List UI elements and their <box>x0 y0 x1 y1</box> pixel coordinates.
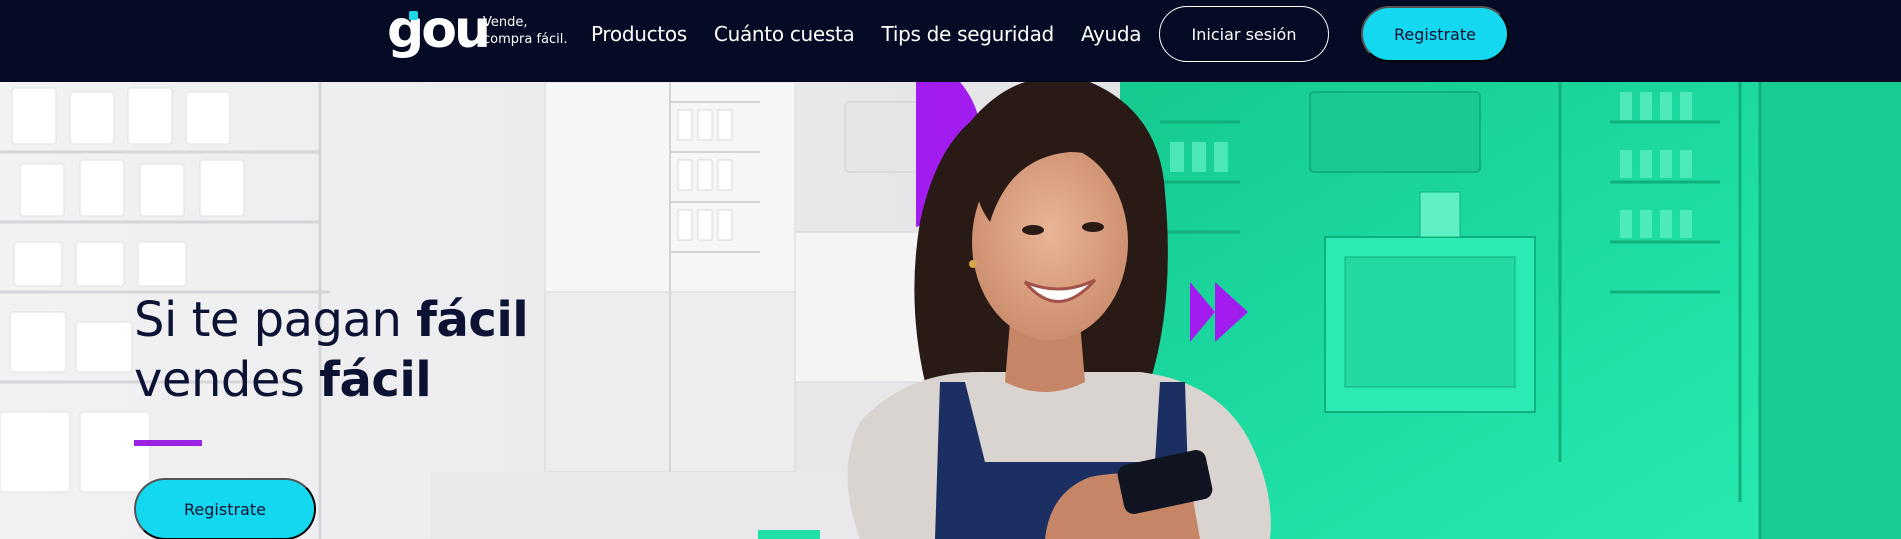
nav-link-ayuda[interactable]: Ayuda <box>1081 20 1142 48</box>
top-navbar: gou Vende, compra fácil. Productos Cuánt… <box>0 0 1901 82</box>
logo-tagline: Vende, compra fácil. <box>483 14 583 48</box>
logo-wordmark: gou <box>387 0 491 60</box>
cyan-floor-block <box>758 530 820 539</box>
store-counter <box>794 231 936 383</box>
register-button-hero[interactable]: Registrate <box>134 478 316 539</box>
main-nav: Productos Cuánto cuesta Tips de segurida… <box>591 20 1168 48</box>
headline-line-1-normal: Si te pagan <box>134 292 417 348</box>
headline-line-2-normal: vendes <box>134 352 320 408</box>
green-monitor <box>1309 91 1481 173</box>
login-button[interactable]: Iniciar sesión <box>1159 6 1329 62</box>
tagline-line-2: compra fácil. <box>483 32 568 47</box>
headline-line-2: vendes fácil <box>134 350 634 410</box>
logo-dot <box>409 11 418 20</box>
nav-link-productos[interactable]: Productos <box>591 20 687 48</box>
hero-section: Si te pagan fácil vendes fácil Registrat… <box>0 82 1901 539</box>
store-monitor <box>844 101 926 173</box>
tagline-line-1: Vende, <box>483 15 528 30</box>
headline-line-1-bold: fácil <box>416 292 529 348</box>
headline-line-1: Si te pagan fácil <box>134 290 634 350</box>
hero-headline: Si te pagan fácil vendes fácil <box>134 290 634 410</box>
headline-accent-bar <box>134 440 202 446</box>
nav-link-tips-seguridad[interactable]: Tips de seguridad <box>882 20 1055 48</box>
nav-link-cuanto-cuesta[interactable]: Cuánto cuesta <box>714 20 855 48</box>
headline-line-2-bold: fácil <box>319 352 432 408</box>
register-button-nav[interactable]: Registrate <box>1361 6 1509 62</box>
